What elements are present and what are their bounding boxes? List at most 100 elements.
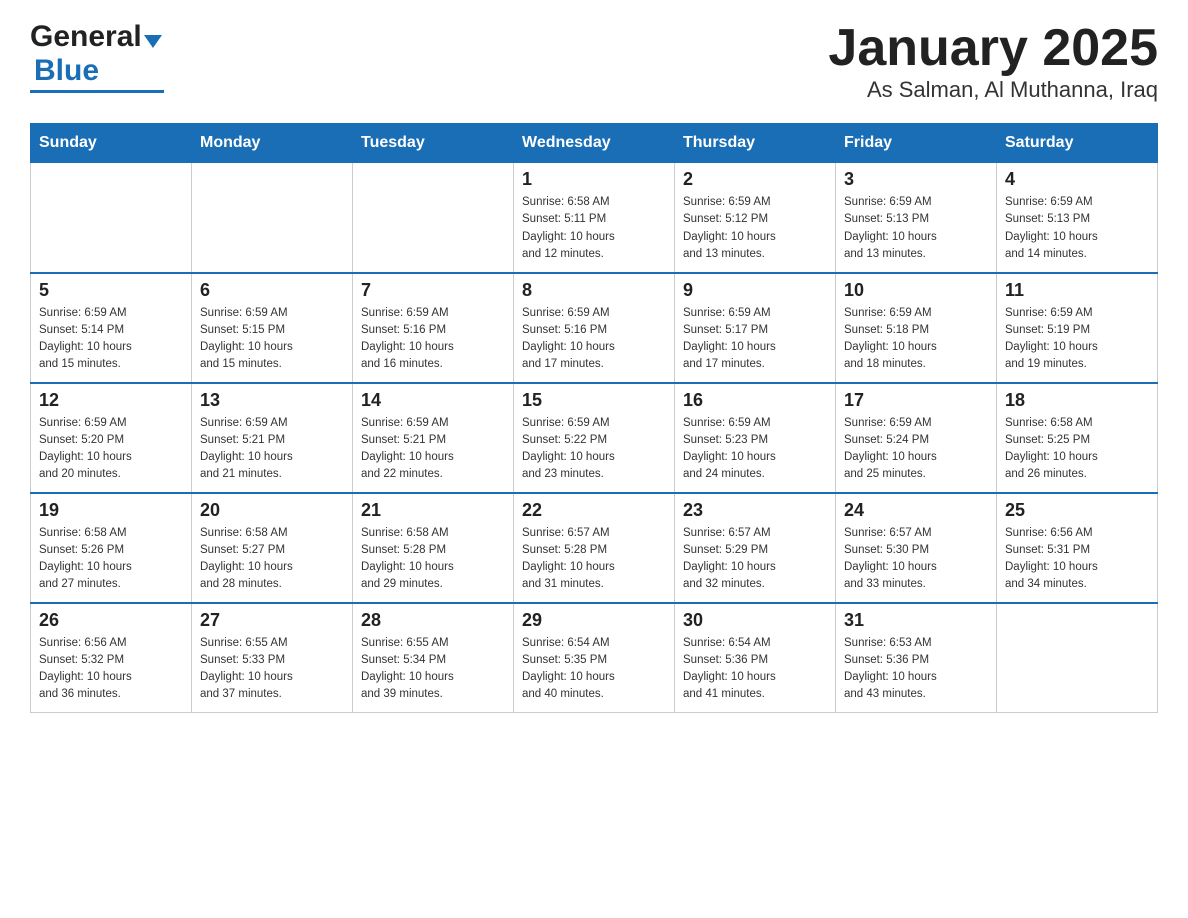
day-info: Sunrise: 6:59 AM Sunset: 5:24 PM Dayligh… <box>844 415 988 484</box>
day-header-wednesday: Wednesday <box>514 124 675 163</box>
calendar-cell: 15Sunrise: 6:59 AM Sunset: 5:22 PM Dayli… <box>514 383 675 493</box>
day-info: Sunrise: 6:59 AM Sunset: 5:17 PM Dayligh… <box>683 305 827 374</box>
calendar-cell: 5 Sunrise: 6:59 AM Sunset: 5:14 PM Daylig… <box>31 273 192 383</box>
logo: General Blue <box>30 20 164 93</box>
day-info: Sunrise: 6:59 AM Sunset: 5:16 PM Dayligh… <box>522 305 666 374</box>
day-number: 18 <box>1005 390 1149 411</box>
calendar-cell <box>353 163 514 273</box>
day-number: 26 <box>39 610 183 631</box>
day-number: 3 <box>844 169 988 190</box>
day-number: 1 <box>522 169 666 190</box>
day-info: Sunrise: 6:58 AM Sunset: 5:26 PM Dayligh… <box>39 525 183 594</box>
day-info: Sunrise: 6:57 AM Sunset: 5:28 PM Dayligh… <box>522 525 666 594</box>
day-number: 20 <box>200 500 344 521</box>
calendar-week-5: 26 Sunrise: 6:56 AM Sunset: 5:32 PM Dayli… <box>31 603 1158 713</box>
day-info: Sunrise: 6:55 AM Sunset: 5:33 PM Dayligh… <box>200 635 344 704</box>
day-info: Sunrise: 6:59 AM Sunset: 5:14 PM Dayligh… <box>39 305 183 374</box>
calendar-cell: 31Sunrise: 6:53 AM Sunset: 5:36 PM Dayli… <box>836 603 997 713</box>
day-info: Sunrise: 6:58 AM Sunset: 5:28 PM Dayligh… <box>361 525 505 594</box>
day-number: 5 <box>39 280 183 301</box>
calendar-cell: 3 Sunrise: 6:59 AM Sunset: 5:13 PM Daylig… <box>836 163 997 273</box>
calendar-cell: 1 Sunrise: 6:58 AM Sunset: 5:11 PM Daylig… <box>514 163 675 273</box>
calendar-cell: 8Sunrise: 6:59 AM Sunset: 5:16 PM Daylig… <box>514 273 675 383</box>
calendar-cell: 26 Sunrise: 6:56 AM Sunset: 5:32 PM Dayli… <box>31 603 192 713</box>
calendar-cell: 2Sunrise: 6:59 AM Sunset: 5:12 PM Daylig… <box>675 163 836 273</box>
day-info: Sunrise: 6:59 AM Sunset: 5:13 PM Dayligh… <box>844 194 988 263</box>
calendar-cell: 10 Sunrise: 6:59 AM Sunset: 5:18 PM Dayli… <box>836 273 997 383</box>
logo-triangle-icon <box>144 35 162 48</box>
calendar-cell: 11 Sunrise: 6:59 AM Sunset: 5:19 PM Dayli… <box>997 273 1158 383</box>
day-number: 12 <box>39 390 183 411</box>
logo-blue-text: Blue <box>34 54 99 88</box>
calendar-cell: 25Sunrise: 6:56 AM Sunset: 5:31 PM Dayli… <box>997 493 1158 603</box>
day-number: 15 <box>522 390 666 411</box>
day-number: 21 <box>361 500 505 521</box>
day-number: 2 <box>683 169 827 190</box>
day-number: 4 <box>1005 169 1149 190</box>
day-info: Sunrise: 6:54 AM Sunset: 5:36 PM Dayligh… <box>683 635 827 704</box>
day-header-friday: Friday <box>836 124 997 163</box>
calendar-cell: 7Sunrise: 6:59 AM Sunset: 5:16 PM Daylig… <box>353 273 514 383</box>
day-info: Sunrise: 6:59 AM Sunset: 5:21 PM Dayligh… <box>200 415 344 484</box>
calendar-cell: 29 Sunrise: 6:54 AM Sunset: 5:35 PM Dayli… <box>514 603 675 713</box>
day-info: Sunrise: 6:58 AM Sunset: 5:25 PM Dayligh… <box>1005 415 1149 484</box>
calendar-cell: 6 Sunrise: 6:59 AM Sunset: 5:15 PM Daylig… <box>192 273 353 383</box>
day-number: 27 <box>200 610 344 631</box>
calendar-week-3: 12 Sunrise: 6:59 AM Sunset: 5:20 PM Dayli… <box>31 383 1158 493</box>
day-number: 11 <box>1005 280 1149 301</box>
day-info: Sunrise: 6:54 AM Sunset: 5:35 PM Dayligh… <box>522 635 666 704</box>
day-header-monday: Monday <box>192 124 353 163</box>
calendar-week-1: 1 Sunrise: 6:58 AM Sunset: 5:11 PM Daylig… <box>31 163 1158 273</box>
logo-general-text: General <box>30 20 142 54</box>
day-info: Sunrise: 6:58 AM Sunset: 5:11 PM Dayligh… <box>522 194 666 263</box>
day-info: Sunrise: 6:59 AM Sunset: 5:16 PM Dayligh… <box>361 305 505 374</box>
day-number: 19 <box>39 500 183 521</box>
day-info: Sunrise: 6:59 AM Sunset: 5:23 PM Dayligh… <box>683 415 827 484</box>
calendar-cell: 16 Sunrise: 6:59 AM Sunset: 5:23 PM Dayli… <box>675 383 836 493</box>
day-info: Sunrise: 6:59 AM Sunset: 5:20 PM Dayligh… <box>39 415 183 484</box>
day-info: Sunrise: 6:55 AM Sunset: 5:34 PM Dayligh… <box>361 635 505 704</box>
day-info: Sunrise: 6:59 AM Sunset: 5:13 PM Dayligh… <box>1005 194 1149 263</box>
calendar-cell: 12 Sunrise: 6:59 AM Sunset: 5:20 PM Dayli… <box>31 383 192 493</box>
day-number: 16 <box>683 390 827 411</box>
calendar-cell: 9 Sunrise: 6:59 AM Sunset: 5:17 PM Daylig… <box>675 273 836 383</box>
calendar-title: January 2025 <box>828 20 1158 77</box>
day-info: Sunrise: 6:59 AM Sunset: 5:18 PM Dayligh… <box>844 305 988 374</box>
day-number: 10 <box>844 280 988 301</box>
calendar-cell: 30 Sunrise: 6:54 AM Sunset: 5:36 PM Dayli… <box>675 603 836 713</box>
day-info: Sunrise: 6:59 AM Sunset: 5:21 PM Dayligh… <box>361 415 505 484</box>
day-number: 9 <box>683 280 827 301</box>
day-info: Sunrise: 6:56 AM Sunset: 5:32 PM Dayligh… <box>39 635 183 704</box>
day-info: Sunrise: 6:57 AM Sunset: 5:30 PM Dayligh… <box>844 525 988 594</box>
calendar-cell: 23 Sunrise: 6:57 AM Sunset: 5:29 PM Dayli… <box>675 493 836 603</box>
day-number: 14 <box>361 390 505 411</box>
calendar-header-row: SundayMondayTuesdayWednesdayThursdayFrid… <box>31 124 1158 163</box>
calendar-cell: 21 Sunrise: 6:58 AM Sunset: 5:28 PM Dayli… <box>353 493 514 603</box>
day-number: 22 <box>522 500 666 521</box>
logo-underline <box>30 90 164 93</box>
calendar-cell: 18 Sunrise: 6:58 AM Sunset: 5:25 PM Dayli… <box>997 383 1158 493</box>
day-info: Sunrise: 6:58 AM Sunset: 5:27 PM Dayligh… <box>200 525 344 594</box>
calendar-cell: 28Sunrise: 6:55 AM Sunset: 5:34 PM Dayli… <box>353 603 514 713</box>
calendar-cell: 14 Sunrise: 6:59 AM Sunset: 5:21 PM Dayli… <box>353 383 514 493</box>
calendar-cell: 24 Sunrise: 6:57 AM Sunset: 5:30 PM Dayli… <box>836 493 997 603</box>
day-number: 30 <box>683 610 827 631</box>
day-info: Sunrise: 6:57 AM Sunset: 5:29 PM Dayligh… <box>683 525 827 594</box>
day-header-thursday: Thursday <box>675 124 836 163</box>
day-number: 23 <box>683 500 827 521</box>
day-header-sunday: Sunday <box>31 124 192 163</box>
calendar-cell: 17Sunrise: 6:59 AM Sunset: 5:24 PM Dayli… <box>836 383 997 493</box>
calendar-week-2: 5 Sunrise: 6:59 AM Sunset: 5:14 PM Daylig… <box>31 273 1158 383</box>
calendar-cell: 22 Sunrise: 6:57 AM Sunset: 5:28 PM Dayli… <box>514 493 675 603</box>
day-number: 13 <box>200 390 344 411</box>
calendar-week-4: 19 Sunrise: 6:58 AM Sunset: 5:26 PM Dayli… <box>31 493 1158 603</box>
calendar-cell: 4 Sunrise: 6:59 AM Sunset: 5:13 PM Daylig… <box>997 163 1158 273</box>
day-number: 24 <box>844 500 988 521</box>
calendar-cell: 19 Sunrise: 6:58 AM Sunset: 5:26 PM Dayli… <box>31 493 192 603</box>
page-header: General Blue January 2025 As Salman, Al … <box>30 20 1158 103</box>
day-info: Sunrise: 6:59 AM Sunset: 5:19 PM Dayligh… <box>1005 305 1149 374</box>
title-block: January 2025 As Salman, Al Muthanna, Ira… <box>828 20 1158 103</box>
day-number: 29 <box>522 610 666 631</box>
day-info: Sunrise: 6:59 AM Sunset: 5:15 PM Dayligh… <box>200 305 344 374</box>
day-number: 6 <box>200 280 344 301</box>
